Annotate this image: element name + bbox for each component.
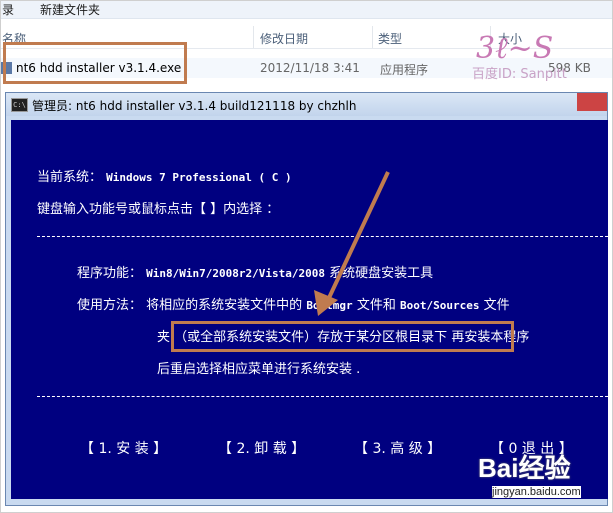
close-button[interactable] — [577, 93, 607, 111]
usage-text: 文件和 — [356, 298, 396, 313]
usage-text: 将相应的系统安装文件中的 — [146, 298, 303, 313]
watermark-caption: 百度ID: Sanpitt — [472, 66, 567, 82]
baidu-logo: Bai经验 — [478, 453, 571, 483]
col-modified[interactable]: 修改日期 — [260, 30, 308, 47]
file-modified: 2012/11/18 3:41 — [260, 61, 360, 75]
usage-bootmgr: Bootmgr — [306, 299, 353, 312]
baidu-url: jingyan.baidu.com — [492, 486, 581, 498]
prompt-line: 键盘输入功能号或鼠标点击【 】内选择 ： — [37, 202, 280, 217]
function-line: 程序功能： Win8/Win7/2008r2/Vista/2008 系统硬盘安装… — [77, 262, 433, 281]
cmd-title-bar[interactable]: C:\ 管理员: nt6 hdd installer v3.1.4 build1… — [6, 93, 607, 116]
explorer-toolbar: 录 新建文件夹 — [0, 0, 613, 19]
baidu-watermark: Bai经验 jingyan.baidu.com — [478, 448, 608, 504]
col-type[interactable]: 类型 — [378, 30, 402, 47]
usage-line-3: 后重启选择相应菜单进行系统安装 . — [157, 362, 361, 377]
user-watermark: 3ℓ~S 百度ID: Sanpitt — [472, 31, 567, 82]
usage-line-1: 使用方法： 将相应的系统安装文件中的 Bootmgr 文件和 Boot/Sour… — [77, 294, 510, 313]
divider — [37, 396, 608, 397]
function-desc: 系统硬盘安装工具 — [329, 266, 434, 281]
function-label: 程序功能： — [77, 266, 143, 281]
function-os-list: Win8/Win7/2008r2/Vista/2008 — [146, 267, 325, 280]
usage-text: 夹 — [157, 330, 171, 345]
watermark-logo: 3ℓ~S — [476, 31, 553, 66]
current-system-label: 当前系统： — [37, 170, 103, 185]
annotation-box-file — [3, 42, 187, 84]
current-system-value: Windows 7 Professional ( C ) — [106, 171, 292, 184]
col-separator — [253, 26, 254, 48]
menu-uninstall-button[interactable]: 【 2. 卸 载 】 — [218, 438, 305, 458]
col-separator — [372, 26, 373, 48]
current-system-line: 当前系统： Windows 7 Professional ( C ) — [37, 166, 292, 185]
toolbar-partial-item[interactable]: 录 — [2, 1, 14, 18]
divider — [37, 236, 608, 237]
annotation-box-usage — [171, 321, 514, 352]
menu-install-button[interactable]: 【 1. 安 装 】 — [80, 438, 167, 458]
usage-text: 文件 — [483, 298, 510, 313]
explorer-window: 录 新建文件夹 名称 修改日期 类型 大小 nt6 hdd installer … — [0, 0, 613, 95]
new-folder-button[interactable]: 新建文件夹 — [40, 1, 100, 18]
cmd-title-text: 管理员: nt6 hdd installer v3.1.4 build12111… — [32, 99, 357, 113]
file-type: 应用程序 — [380, 63, 429, 77]
console-icon: C:\ — [11, 98, 28, 112]
usage-label: 使用方法： — [77, 298, 143, 313]
menu-advanced-button[interactable]: 【 3. 高 级 】 — [354, 438, 441, 458]
usage-boot-sources: Boot/Sources — [399, 299, 480, 312]
